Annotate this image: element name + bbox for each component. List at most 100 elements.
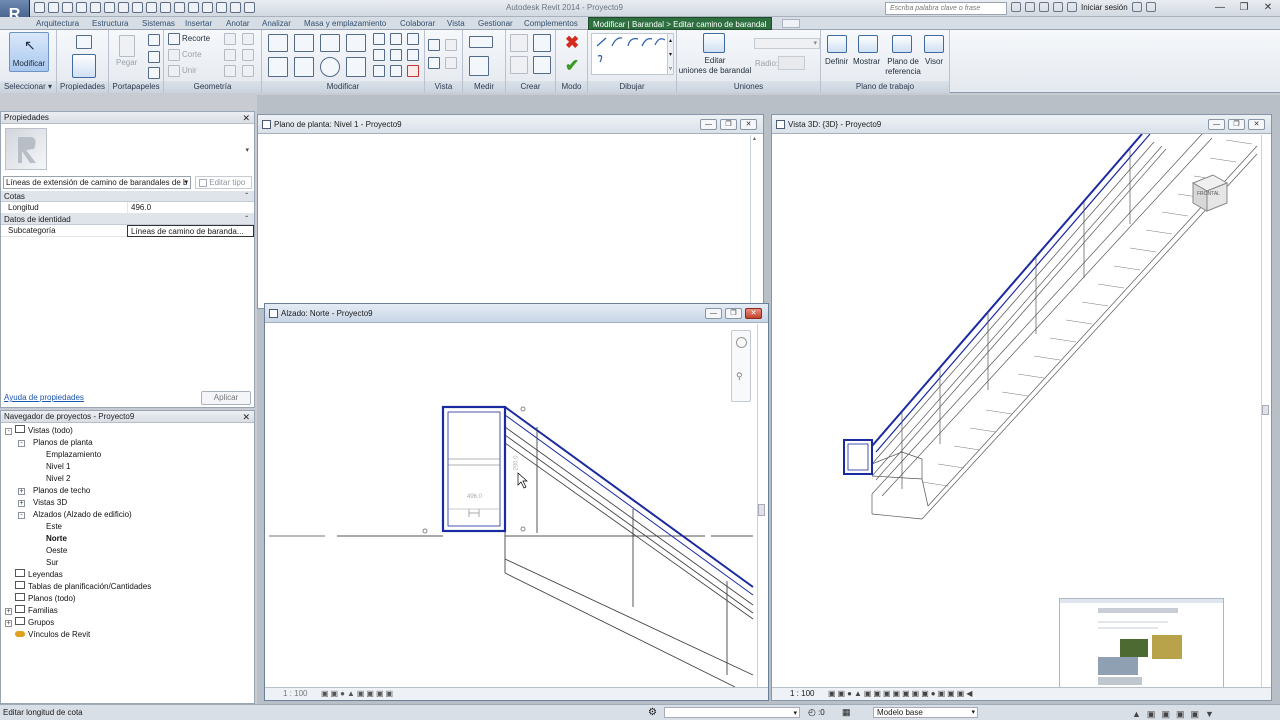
close-icon[interactable]: ✕ bbox=[242, 112, 250, 124]
trim-single-icon[interactable] bbox=[407, 49, 419, 61]
undo-icon[interactable] bbox=[90, 2, 101, 13]
mirror-axis-icon[interactable] bbox=[320, 34, 340, 52]
restore-icon[interactable]: ❐ bbox=[720, 119, 737, 130]
elev-scale-label[interactable]: 1 : 100 bbox=[283, 688, 307, 700]
edit-joins-icon[interactable] bbox=[703, 33, 725, 53]
group-datos-identidad[interactable]: Datos de identidad ˆ bbox=[1, 214, 254, 225]
tab-complementos[interactable]: Complementos bbox=[520, 17, 582, 30]
tab-arquitectura[interactable]: Arquitectura bbox=[32, 17, 83, 30]
cope-icon[interactable] bbox=[168, 33, 180, 45]
tag-icon[interactable] bbox=[160, 2, 171, 13]
tree-item[interactable]: Familias bbox=[15, 605, 58, 616]
minimize-icon[interactable]: — bbox=[1208, 119, 1225, 130]
minimize-icon[interactable]: — bbox=[705, 308, 722, 319]
visor-label[interactable]: Visor bbox=[925, 57, 943, 67]
measure-icon[interactable] bbox=[132, 2, 143, 13]
tree-item[interactable]: Oeste bbox=[46, 545, 67, 556]
subscription-icon[interactable] bbox=[1025, 2, 1035, 12]
tab-analizar[interactable]: Analizar bbox=[258, 17, 295, 30]
trim-multiple-icon[interactable] bbox=[373, 65, 385, 77]
tab-estructura[interactable]: Estructura bbox=[88, 17, 132, 30]
create-similar-icon[interactable] bbox=[533, 56, 551, 74]
3d-scale-label[interactable]: 1 : 100 bbox=[790, 688, 814, 700]
vertical-scrollbar[interactable]: ▴ bbox=[750, 135, 758, 305]
reference-plane-button[interactable]: Plano de referencia bbox=[885, 57, 921, 77]
cancel-edit-icon[interactable]: ✖ bbox=[565, 33, 579, 53]
edit-joins-button[interactable]: Editar uniones de barandal bbox=[677, 56, 753, 76]
section-icon[interactable] bbox=[202, 2, 213, 13]
print-icon[interactable] bbox=[118, 2, 129, 13]
3d-view-titlebar[interactable]: Vista 3D: {3D} - Proyecto9 — ❐ ✕ bbox=[772, 115, 1271, 134]
open-icon[interactable] bbox=[34, 2, 45, 13]
text-icon[interactable] bbox=[174, 2, 185, 13]
vertical-scrollbar[interactable] bbox=[1261, 135, 1269, 687]
split-gap-icon[interactable] bbox=[390, 33, 402, 45]
vertical-scrollbar[interactable] bbox=[757, 324, 765, 688]
tree-item[interactable]: Este bbox=[46, 521, 62, 532]
unpin-icon[interactable] bbox=[390, 65, 402, 77]
draw-tools-icon[interactable] bbox=[592, 34, 670, 76]
elevation-view-titlebar[interactable]: Alzado: Norte - Proyecto9 — ❐ ✕ bbox=[265, 304, 768, 323]
hide-in-view-icon[interactable] bbox=[428, 39, 440, 51]
restore-icon[interactable]: ❐ bbox=[1232, 0, 1256, 16]
signin-link[interactable]: Iniciar sesión bbox=[1081, 3, 1128, 12]
mirror-draw-icon[interactable] bbox=[346, 34, 366, 52]
tree-item[interactable]: Nivel 2 bbox=[46, 473, 70, 484]
select-by-face-icon[interactable]: ▣ bbox=[1176, 707, 1185, 720]
save-icon[interactable] bbox=[62, 2, 73, 13]
filter-icon[interactable]: ◴ bbox=[808, 705, 816, 720]
binoculars-icon[interactable] bbox=[1011, 2, 1021, 12]
expander[interactable]: - bbox=[5, 428, 12, 435]
linework-icon[interactable] bbox=[428, 57, 440, 69]
group-cotas[interactable]: Cotas ˆ bbox=[1, 191, 254, 202]
steering-wheel-icon[interactable] bbox=[736, 337, 747, 348]
scroll-thumb[interactable] bbox=[1262, 405, 1269, 415]
tree-item[interactable]: Sur bbox=[46, 557, 58, 568]
set-workplane-icon[interactable] bbox=[827, 35, 847, 53]
plan-view-window[interactable]: Plano de planta: Nivel 1 - Proyecto9 — ❐… bbox=[257, 114, 764, 309]
dimension-text-vertical[interactable]: 200.0 bbox=[514, 455, 520, 470]
split-icon[interactable] bbox=[373, 33, 385, 45]
minimize-icon[interactable]: — bbox=[700, 119, 717, 130]
tree-item[interactable]: Vistas (todo) bbox=[15, 425, 73, 436]
sync-icon[interactable] bbox=[76, 2, 87, 13]
switch-windows-icon[interactable] bbox=[244, 2, 255, 13]
modificar-button[interactable]: ↖ Modificar bbox=[9, 32, 49, 72]
tree-item[interactable]: Planos de techo bbox=[33, 485, 90, 496]
tree-item-selected[interactable]: Norte bbox=[46, 533, 67, 544]
copy-element-icon[interactable] bbox=[294, 57, 314, 77]
tab-gestionar[interactable]: Gestionar bbox=[474, 17, 517, 30]
tab-vista[interactable]: Vista bbox=[443, 17, 469, 30]
tree-item[interactable]: Leyendas bbox=[15, 569, 63, 580]
scale-icon[interactable] bbox=[390, 49, 402, 61]
expander[interactable]: + bbox=[18, 488, 25, 495]
redo-icon[interactable] bbox=[104, 2, 115, 13]
array-icon[interactable] bbox=[373, 49, 385, 61]
show-workplane-icon[interactable] bbox=[858, 35, 878, 53]
exchange-icon[interactable] bbox=[1131, 2, 1142, 12]
trim-extend-icon[interactable] bbox=[346, 57, 366, 77]
definir-label[interactable]: Definir bbox=[825, 57, 848, 67]
thin-lines-icon[interactable] bbox=[216, 2, 227, 13]
tree-item[interactable]: Nivel 1 bbox=[46, 461, 70, 472]
cut-icon[interactable] bbox=[148, 34, 160, 46]
align-icon[interactable] bbox=[268, 34, 288, 52]
design-options-icon[interactable]: ▦ bbox=[842, 705, 851, 720]
restore-icon[interactable]: ❐ bbox=[725, 308, 742, 319]
tree-item[interactable]: Emplazamiento bbox=[46, 449, 101, 460]
tree-item[interactable]: Planos (todo) bbox=[15, 593, 76, 604]
tab-insertar[interactable]: Insertar bbox=[181, 17, 216, 30]
tab-masa-emplazamiento[interactable]: Masa y emplazamiento bbox=[300, 17, 390, 30]
select-pinned-icon[interactable]: ▣ bbox=[1161, 707, 1170, 720]
folder-icon[interactable] bbox=[48, 2, 59, 13]
expander[interactable]: + bbox=[5, 608, 12, 615]
expander[interactable]: - bbox=[18, 512, 25, 519]
gallery-scroll[interactable]: ▴ ▾ ▿ bbox=[667, 33, 674, 75]
viewer-icon[interactable] bbox=[924, 35, 944, 53]
property-value[interactable]: 496.0 bbox=[127, 202, 254, 214]
close-icon[interactable]: ✕ bbox=[1248, 119, 1265, 130]
delete-icon[interactable] bbox=[407, 65, 419, 77]
select-links-icon[interactable]: ▲ bbox=[1132, 707, 1141, 720]
drag-elements-icon[interactable]: ▣ bbox=[1190, 707, 1199, 720]
select-underlay-icon[interactable]: ▣ bbox=[1147, 707, 1156, 720]
